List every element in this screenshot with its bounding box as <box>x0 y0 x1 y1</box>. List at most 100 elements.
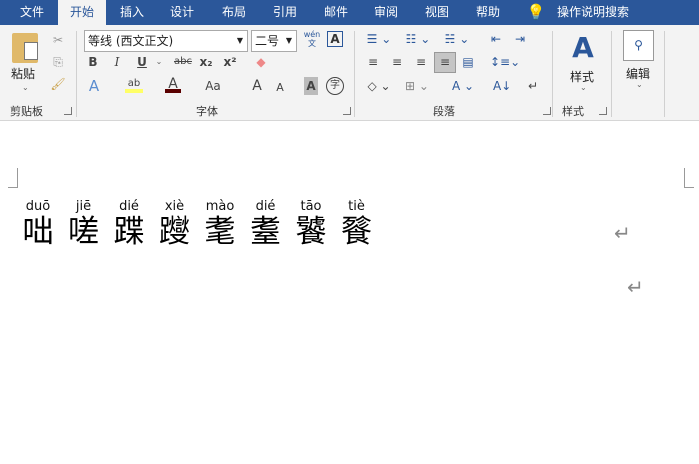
styles-group-label: 样式 <box>562 105 584 118</box>
clipboard-launcher[interactable]: . <box>64 107 72 115</box>
grow-font-button[interactable]: A <box>250 77 264 95</box>
clear-formatting-icon[interactable]: ◆ <box>252 53 270 71</box>
font-name-select[interactable]: 等线 (西文正文) ▼ <box>84 30 248 52</box>
text-effects-button[interactable]: A <box>86 77 102 95</box>
text-direction-button[interactable]: A ⌄ <box>448 77 478 95</box>
decrease-indent-button[interactable]: ⇤ <box>487 30 505 48</box>
hanzi: 蹀 <box>113 214 145 250</box>
pinyin: xiè <box>164 199 185 214</box>
numbering-button[interactable]: ☷ ⌄ <box>403 30 433 48</box>
paste-button[interactable]: 粘贴 <box>11 65 35 82</box>
character-shading-button[interactable]: A <box>304 77 318 95</box>
hanzi: 餮 <box>341 214 372 250</box>
lightbulb-icon[interactable]: 💡 <box>526 0 546 25</box>
ribbon: 粘贴 ⌄ ✂ ⎘ 🖌 剪贴板 . 等线 (西文正文)▼ 二号▼ wén 文 A … <box>0 25 699 121</box>
distributed-button[interactable]: ▤ <box>460 53 476 71</box>
font-size-select[interactable]: 二号 ▼ <box>251 30 297 52</box>
separator <box>354 31 355 117</box>
enclose-characters-button[interactable]: 字 <box>326 77 344 95</box>
character-border-button[interactable]: A <box>327 31 343 47</box>
separator <box>611 31 612 117</box>
line-spacing-button[interactable]: ↕≡⌄ <box>490 53 520 71</box>
ruby-character: tiè 餮 <box>337 199 377 249</box>
italic-button[interactable]: I <box>110 53 124 71</box>
tell-me-search[interactable]: 操作说明搜索 <box>552 0 634 25</box>
ruby-character: tāo 饕 <box>291 199 331 249</box>
format-painter-icon[interactable]: 🖌 <box>49 75 67 93</box>
separator <box>76 31 77 117</box>
tab-home[interactable]: 开始 <box>58 0 106 25</box>
ruby-character: dié 耋 <box>246 199 286 249</box>
justify-button[interactable]: ≡ <box>434 52 456 73</box>
hanzi: 饕 <box>295 214 327 250</box>
margin-corner-left <box>8 168 18 188</box>
font-name-value: 等线 (西文正文) <box>88 34 174 48</box>
bullets-button[interactable]: ☰ ⌄ <box>365 30 393 48</box>
tab-mailings[interactable]: 邮件 <box>314 0 358 25</box>
document-page[interactable]: duō 咄 jiē 嗟 dié 蹀 xiè 躞 mào 耄 dié 耋 tāo 饕 tiè 餮 ↵ ↵ <box>0 121 699 464</box>
tab-references[interactable]: 引用 <box>263 0 307 25</box>
bold-button[interactable]: B <box>86 53 100 71</box>
underline-button[interactable]: U <box>135 53 149 71</box>
underline-dropdown[interactable]: ⌄ <box>155 53 163 71</box>
pinyin: dié <box>255 199 276 214</box>
pinyin: jiē <box>75 199 92 214</box>
align-left-button[interactable]: ≡ <box>365 53 381 71</box>
shrink-font-button[interactable]: A <box>274 79 286 97</box>
clipboard-group-label: 剪贴板 <box>10 105 43 118</box>
paste-icon[interactable] <box>12 33 38 63</box>
ruby-character: duō 咄 <box>18 199 58 249</box>
tab-file[interactable]: 文件 <box>10 0 54 25</box>
paragraph-mark: ↵ <box>614 221 631 245</box>
hanzi: 咄 <box>22 214 54 250</box>
phonetic-guide-button[interactable]: wén 文 <box>303 30 321 48</box>
margin-corner-right <box>684 168 694 188</box>
font-size-value: 二号 <box>255 34 280 48</box>
styles-dropdown[interactable]: ⌄ <box>580 83 587 92</box>
font-group-label: 字体 <box>196 105 218 118</box>
increase-indent-button[interactable]: ⇥ <box>511 30 529 48</box>
ruby-character: jiē 嗟 <box>64 199 104 249</box>
paragraph-launcher[interactable]: . <box>543 107 551 115</box>
pinyin: duō <box>25 199 51 214</box>
tab-design[interactable]: 设计 <box>160 0 204 25</box>
tab-insert[interactable]: 插入 <box>110 0 154 25</box>
styles-launcher[interactable]: . <box>599 107 607 115</box>
ruby-character: mào 耄 <box>200 199 240 249</box>
editing-dropdown[interactable]: ⌄ <box>636 80 643 89</box>
hanzi: 耄 <box>204 214 236 250</box>
font-launcher[interactable]: . <box>343 107 351 115</box>
tab-review[interactable]: 审阅 <box>364 0 408 25</box>
separator <box>552 31 553 117</box>
tab-help[interactable]: 帮助 <box>466 0 510 25</box>
separator <box>664 31 665 117</box>
subscript-button[interactable]: x₂ <box>198 53 214 71</box>
superscript-button[interactable]: x² <box>222 53 238 71</box>
ruby-character: dié 蹀 <box>109 199 149 249</box>
hanzi: 躞 <box>159 214 190 250</box>
styles-icon[interactable]: A <box>568 31 598 65</box>
hanzi: 耋 <box>250 214 281 250</box>
align-center-button[interactable]: ≡ <box>389 53 405 71</box>
paste-dropdown[interactable]: ⌄ <box>22 83 29 92</box>
hanzi: 嗟 <box>68 214 99 250</box>
sort-button[interactable]: A↓ <box>493 77 511 95</box>
cut-icon[interactable]: ✂ <box>49 31 67 49</box>
pinyin: mào <box>205 199 235 214</box>
copy-icon[interactable]: ⎘ <box>49 53 67 71</box>
align-right-button[interactable]: ≡ <box>413 53 429 71</box>
change-case-button[interactable]: Aa <box>203 77 223 95</box>
show-marks-button[interactable]: ↵ <box>525 77 541 95</box>
highlight-button[interactable]: ab <box>125 75 143 93</box>
tab-view[interactable]: 视图 <box>415 0 459 25</box>
tab-layout[interactable]: 布局 <box>212 0 256 25</box>
pinyin: tāo <box>300 199 322 214</box>
strikethrough-button[interactable]: abc <box>172 53 194 71</box>
shading-button[interactable]: ◇ ⌄ <box>365 77 393 95</box>
paragraph-group-label: 段落 <box>433 105 455 118</box>
borders-button[interactable]: ⊞ ⌄ <box>403 77 431 95</box>
search-icon[interactable]: ⚲ <box>623 30 654 61</box>
multilevel-list-button[interactable]: ☵ ⌄ <box>442 30 472 48</box>
font-color-button[interactable]: A <box>165 75 181 93</box>
pinyin: dié <box>119 199 139 214</box>
